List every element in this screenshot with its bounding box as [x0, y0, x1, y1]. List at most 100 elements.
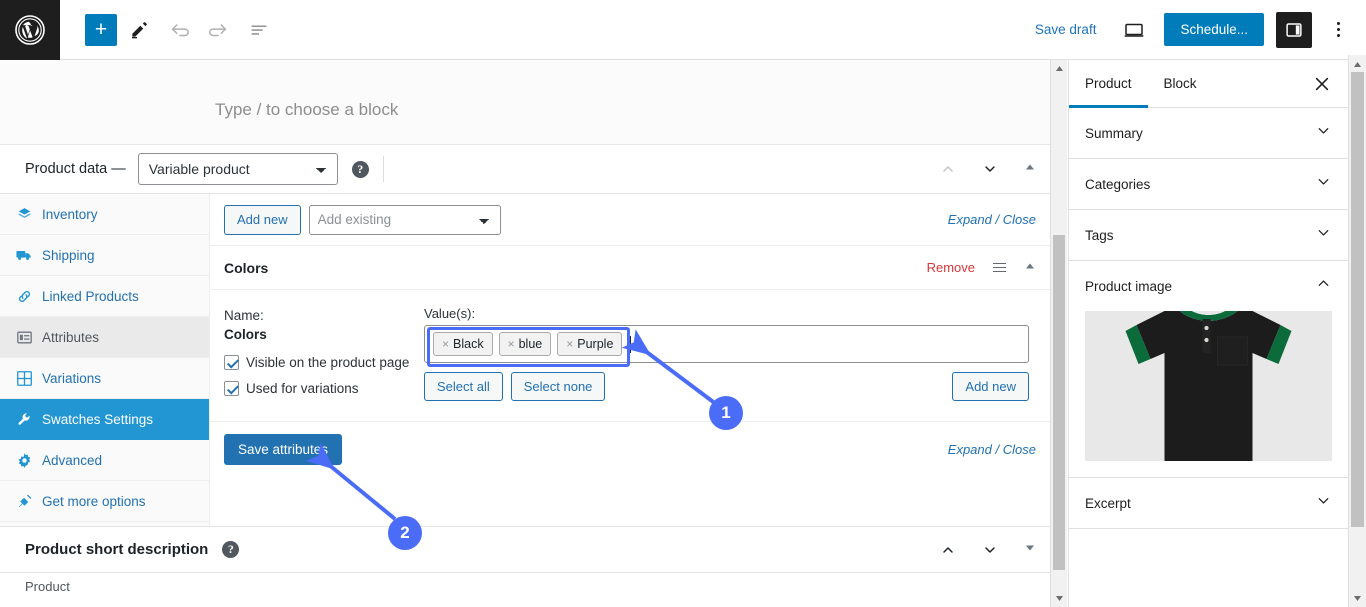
- edit-tool-button[interactable]: [121, 12, 157, 48]
- attribute-name-label: Name:: [224, 308, 264, 323]
- editor-scrollbar[interactable]: [1050, 60, 1067, 607]
- product-data-tab-get-more-options[interactable]: Get more options: [0, 481, 209, 522]
- checkbox-visible-on-product-page[interactable]: Visible on the product page: [224, 355, 424, 370]
- save-attributes-button[interactable]: Save attributes: [224, 434, 343, 465]
- editor-scrollbar-thumb[interactable]: [1053, 235, 1065, 570]
- checkbox-used-for-variations[interactable]: Used for variations: [224, 381, 424, 396]
- scroll-up-arrow-icon[interactable]: [1349, 55, 1366, 73]
- attribute-title: Colors: [224, 259, 269, 276]
- block-placeholder-text[interactable]: Type / to choose a block: [215, 100, 398, 120]
- page-scrollbar[interactable]: [1348, 55, 1366, 607]
- select-all-button[interactable]: Select all: [424, 372, 503, 401]
- gear-icon: [16, 452, 32, 468]
- attribute-values-tokens[interactable]: × Black × blue × Purple: [424, 325, 1029, 363]
- remove-token-icon[interactable]: ×: [566, 337, 573, 351]
- add-new-value-button[interactable]: Add new: [952, 372, 1029, 401]
- move-up-button[interactable]: [940, 542, 956, 558]
- close-sidebar-button[interactable]: [1304, 66, 1340, 102]
- select-none-button[interactable]: Select none: [510, 372, 606, 401]
- panel-header[interactable]: Product image: [1085, 261, 1332, 311]
- help-circle-icon[interactable]: ?: [351, 160, 369, 178]
- product-data-tab-linked-products[interactable]: Linked Products: [0, 276, 209, 317]
- help-circle-icon[interactable]: ?: [222, 541, 240, 558]
- product-data-tab-swatches-settings[interactable]: Swatches Settings: [0, 399, 209, 440]
- expand-link[interactable]: Expand: [948, 442, 992, 457]
- tab-label: Advanced: [42, 452, 103, 468]
- add-block-button[interactable]: +: [85, 13, 117, 46]
- value-token[interactable]: × blue: [498, 332, 552, 356]
- move-down-button[interactable]: [982, 161, 998, 177]
- token-label: Black: [453, 337, 484, 351]
- checkbox-box[interactable]: [224, 355, 239, 370]
- move-down-button[interactable]: [982, 542, 998, 558]
- preview-button[interactable]: [1116, 12, 1152, 48]
- scroll-down-arrow-icon[interactable]: [1051, 590, 1067, 607]
- tab-label: Shipping: [42, 247, 95, 263]
- remove-token-icon[interactable]: ×: [442, 337, 449, 351]
- sidebar-tab-list: Product Block: [1069, 60, 1348, 108]
- product-data-tab-attributes[interactable]: Attributes: [0, 317, 209, 358]
- move-up-button[interactable]: [940, 161, 956, 177]
- product-image[interactable]: [1085, 311, 1332, 461]
- product-data-body: Inventory Shipping Linked Products Attri…: [0, 193, 1050, 527]
- chevron-down-icon[interactable]: [1315, 492, 1332, 514]
- schedule-button[interactable]: Schedule...: [1164, 13, 1264, 46]
- chevron-up-icon[interactable]: [1315, 275, 1332, 297]
- product-data-tab-shipping[interactable]: Shipping: [0, 235, 209, 276]
- toolbar-left-group: +: [60, 12, 277, 48]
- document-overview-button[interactable]: [241, 12, 277, 48]
- tab-label: Linked Products: [42, 288, 139, 304]
- tab-block[interactable]: Block: [1148, 60, 1213, 108]
- wordpress-logo-icon[interactable]: [0, 0, 60, 60]
- more-options-button[interactable]: [1324, 12, 1352, 48]
- attribute-header-actions: Remove: [927, 259, 1036, 277]
- redo-button[interactable]: [201, 12, 237, 48]
- panel-header[interactable]: Tags: [1085, 210, 1332, 260]
- value-token[interactable]: × Black: [433, 332, 493, 356]
- close-link[interactable]: Close: [1003, 442, 1036, 457]
- product-image-wrapper[interactable]: [1085, 311, 1332, 477]
- triangle-up-icon: [1026, 164, 1034, 170]
- close-link[interactable]: Close: [1003, 212, 1036, 227]
- value-token[interactable]: × Purple: [557, 332, 623, 356]
- editor-top-toolbar: + Save draft Schedule...: [0, 0, 1366, 60]
- remove-attribute-link[interactable]: Remove: [927, 260, 975, 275]
- panel-header[interactable]: Summary: [1085, 108, 1332, 158]
- panel-header[interactable]: Excerpt: [1085, 478, 1332, 528]
- remove-token-icon[interactable]: ×: [508, 337, 515, 351]
- checkbox-box[interactable]: [224, 381, 239, 396]
- page-scrollbar-thumb[interactable]: [1351, 72, 1364, 527]
- expand-panel-button[interactable]: [1024, 541, 1036, 559]
- sidebar-panel-summary: Summary: [1069, 108, 1348, 159]
- scroll-down-arrow-icon[interactable]: [1349, 589, 1366, 607]
- collapse-panel-button[interactable]: [1024, 160, 1036, 178]
- add-existing-attribute-select[interactable]: Add existing: [308, 204, 501, 235]
- add-new-attribute-button[interactable]: Add new: [224, 204, 301, 235]
- scroll-up-arrow-icon[interactable]: [1051, 60, 1067, 77]
- product-data-tab-advanced[interactable]: Advanced: [0, 440, 209, 481]
- chevron-down-icon[interactable]: [1315, 224, 1332, 246]
- wordpress-product-editor: + Save draft Schedule... Type / to choos…: [0, 0, 1366, 607]
- expand-link[interactable]: Expand: [948, 212, 992, 227]
- checkbox-label: Visible on the product page: [246, 355, 410, 370]
- tab-label: Inventory: [42, 206, 98, 222]
- product-type-select[interactable]: Variable product: [137, 153, 338, 185]
- panel-header[interactable]: Categories: [1085, 159, 1332, 209]
- settings-sidebar-toggle-button[interactable]: [1276, 11, 1312, 48]
- toolbar-right-group: Save draft Schedule...: [1027, 11, 1366, 48]
- collapse-attribute-button[interactable]: [1024, 259, 1036, 277]
- undo-button[interactable]: [161, 12, 197, 48]
- attribute-value-buttons: Select all Select none Add new: [424, 372, 1029, 401]
- link-separator: /: [995, 442, 1000, 457]
- link-separator: /: [995, 212, 1000, 227]
- product-data-tab-variations[interactable]: Variations: [0, 358, 209, 399]
- panel-title: Categories: [1085, 176, 1151, 192]
- drag-handle-icon[interactable]: [993, 262, 1006, 273]
- save-draft-button[interactable]: Save draft: [1027, 16, 1105, 43]
- product-data-tab-inventory[interactable]: Inventory: [0, 194, 209, 235]
- panel-title: Excerpt: [1085, 495, 1131, 511]
- tab-product[interactable]: Product: [1069, 60, 1148, 108]
- chevron-down-icon[interactable]: [1315, 173, 1332, 195]
- chevron-down-icon[interactable]: [1315, 122, 1332, 144]
- desktop-preview-icon: [1124, 23, 1144, 37]
